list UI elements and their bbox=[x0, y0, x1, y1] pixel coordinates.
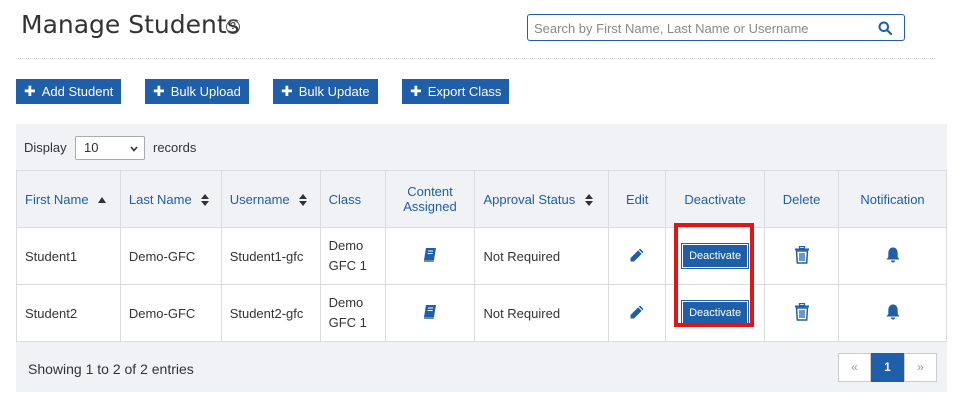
column-header-approval-status[interactable]: Approval Status bbox=[474, 170, 610, 228]
pagination-prev-button[interactable]: « bbox=[838, 353, 871, 382]
book-icon[interactable] bbox=[422, 247, 438, 263]
bulk-upload-button[interactable]: ✚ Bulk Upload bbox=[145, 79, 249, 104]
cell-last-name: Demo-GFC bbox=[119, 284, 222, 342]
trash-icon[interactable] bbox=[794, 245, 810, 264]
cell-last-name: Demo-GFC bbox=[119, 227, 222, 285]
cell-delete bbox=[764, 284, 839, 342]
cell-first-name: Student1 bbox=[16, 227, 121, 285]
column-header-username[interactable]: Username bbox=[220, 170, 321, 228]
add-student-button[interactable]: ✚ Add Student bbox=[16, 79, 122, 104]
bell-icon[interactable] bbox=[884, 246, 902, 264]
pencil-icon[interactable] bbox=[629, 304, 645, 320]
deactivate-button[interactable]: Deactivate bbox=[681, 300, 750, 326]
bulk-update-button[interactable]: ✚ Bulk Update bbox=[273, 79, 378, 104]
cell-approval-status: Not Required bbox=[474, 284, 610, 342]
page-title: Manage Students bbox=[21, 10, 240, 39]
sort-icon bbox=[299, 194, 308, 207]
cell-username: Student2-gfc bbox=[220, 284, 321, 342]
cell-delete bbox=[764, 227, 839, 285]
search-icon[interactable] bbox=[878, 21, 892, 35]
cell-username: Student1-gfc bbox=[220, 227, 321, 285]
sort-asc-icon bbox=[98, 197, 107, 204]
column-header-class: Class bbox=[319, 170, 386, 228]
column-header-last-name[interactable]: Last Name bbox=[119, 170, 222, 228]
plus-icon: ✚ bbox=[410, 83, 422, 99]
chevron-down-icon bbox=[130, 146, 138, 152]
cell-class: Demo GFC 1 bbox=[319, 284, 386, 342]
cell-class: Demo GFC 1 bbox=[319, 227, 386, 285]
cell-approval-status: Not Required bbox=[474, 227, 610, 285]
cell-notification bbox=[838, 227, 947, 285]
students-table: First Name Last Name Username Class Cont… bbox=[16, 170, 947, 342]
help-icon[interactable]: ? bbox=[226, 20, 240, 34]
cell-deactivate: Deactivate bbox=[665, 284, 766, 342]
cell-content-assigned bbox=[384, 227, 476, 285]
trash-icon[interactable] bbox=[794, 302, 810, 321]
search-box bbox=[527, 14, 905, 41]
table-header-row: First Name Last Name Username Class Cont… bbox=[16, 170, 947, 228]
deactivate-button[interactable]: Deactivate bbox=[681, 243, 750, 269]
header-divider bbox=[16, 58, 935, 59]
bell-icon[interactable] bbox=[884, 303, 902, 321]
cell-content-assigned bbox=[384, 284, 476, 342]
cell-deactivate: Deactivate bbox=[665, 227, 766, 285]
column-header-deactivate: Deactivate bbox=[665, 170, 766, 228]
column-header-delete: Delete bbox=[764, 170, 839, 228]
cell-first-name: Student2 bbox=[16, 284, 121, 342]
records-label: records bbox=[153, 140, 197, 155]
cell-notification bbox=[838, 284, 947, 342]
table-row: Student1 Demo-GFC Student1-gfc Demo GFC … bbox=[16, 227, 947, 285]
plus-icon: ✚ bbox=[153, 83, 165, 99]
display-label: Display bbox=[24, 140, 67, 155]
export-class-button[interactable]: ✚ Export Class bbox=[402, 79, 510, 104]
column-header-notification: Notification bbox=[838, 170, 947, 228]
table-info: Showing 1 to 2 of 2 entries bbox=[28, 361, 194, 377]
column-header-first-name[interactable]: First Name bbox=[16, 170, 121, 228]
sort-icon bbox=[584, 194, 593, 207]
cell-edit bbox=[608, 227, 667, 285]
pagination-next-button[interactable]: » bbox=[904, 353, 937, 382]
sort-icon bbox=[201, 194, 210, 207]
table-row: Student2 Demo-GFC Student2-gfc Demo GFC … bbox=[16, 284, 947, 342]
pagination-page-button[interactable]: 1 bbox=[871, 353, 904, 382]
column-header-content-assigned: Content Assigned bbox=[384, 170, 476, 228]
students-table-panel: Display 10 records First Name Last Name bbox=[16, 124, 947, 392]
plus-icon: ✚ bbox=[24, 83, 36, 99]
search-input[interactable] bbox=[534, 19, 864, 37]
pagination: « 1 » bbox=[838, 353, 937, 382]
plus-icon: ✚ bbox=[281, 83, 293, 99]
cell-edit bbox=[608, 284, 667, 342]
pencil-icon[interactable] bbox=[629, 247, 645, 263]
column-header-edit: Edit bbox=[608, 170, 667, 228]
records-per-page-select[interactable]: 10 bbox=[75, 136, 145, 160]
book-icon[interactable] bbox=[422, 304, 438, 320]
